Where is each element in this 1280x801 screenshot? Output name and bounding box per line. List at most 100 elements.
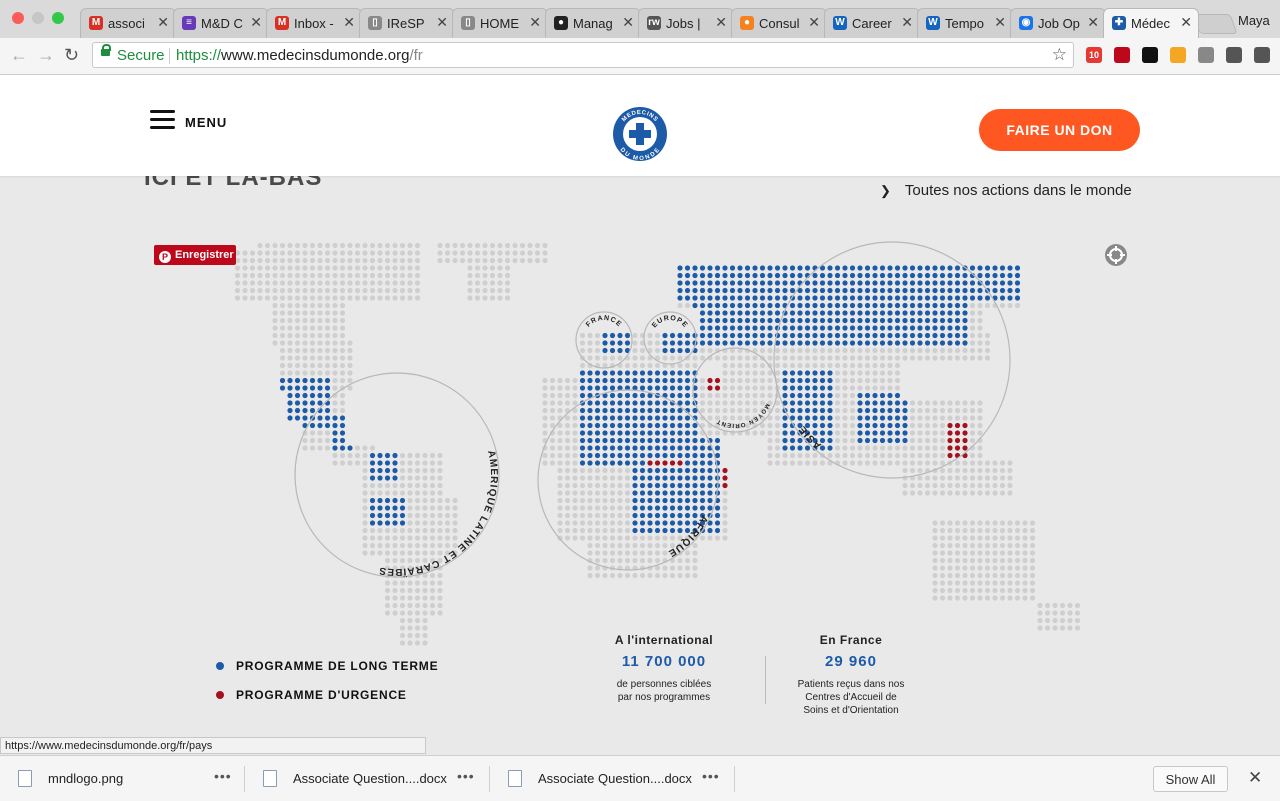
map-dot-inactive bbox=[414, 250, 421, 256]
map-dot-long-term bbox=[662, 482, 668, 489]
close-window-button[interactable] bbox=[12, 12, 24, 24]
map-dot-long-term bbox=[782, 385, 788, 391]
close-tab-icon[interactable]: ✕ bbox=[1087, 14, 1099, 31]
adblock-icon[interactable]: 10 bbox=[1086, 47, 1102, 63]
browser-tab[interactable]: ▯ IReSP ✕ bbox=[359, 8, 455, 38]
donate-button[interactable]: FAIRE UN DON bbox=[979, 109, 1140, 151]
hamburger-menu-icon[interactable] bbox=[150, 110, 175, 130]
close-tab-icon[interactable]: ✕ bbox=[436, 14, 448, 31]
browser-tab[interactable]: ✚ Médec ✕ bbox=[1103, 8, 1199, 38]
close-tab-icon[interactable]: ✕ bbox=[157, 14, 169, 31]
browser-tab[interactable]: W Tempo ✕ bbox=[917, 8, 1013, 38]
map-dot-inactive bbox=[294, 242, 301, 249]
map-dot-inactive bbox=[1007, 535, 1013, 541]
url-text[interactable]: https://www.medecinsdumonde.org/fr bbox=[176, 47, 423, 64]
new-tab-button[interactable] bbox=[1192, 14, 1238, 34]
more-options-icon[interactable]: ••• bbox=[214, 768, 232, 784]
close-tab-icon[interactable]: ✕ bbox=[808, 14, 820, 31]
map-dot-inactive bbox=[969, 407, 976, 414]
map-dot-long-term bbox=[977, 287, 983, 294]
bookmark-star-icon[interactable]: ☆ bbox=[1052, 45, 1067, 65]
map-dot-inactive bbox=[662, 565, 668, 571]
map-dot-inactive bbox=[684, 302, 691, 309]
map-dot-inactive bbox=[969, 565, 976, 571]
download-filename: Associate Question....docx bbox=[538, 771, 692, 786]
gmail-icon: M bbox=[89, 16, 103, 30]
profile-name[interactable]: Maya bbox=[1238, 13, 1270, 28]
back-arrow-icon[interactable]: ← bbox=[10, 45, 28, 66]
map-dot-long-term bbox=[669, 512, 676, 519]
map-dot-long-term bbox=[294, 415, 301, 421]
map-dot-long-term bbox=[692, 445, 698, 451]
browser-tab[interactable]: ● Manag ✕ bbox=[545, 8, 641, 38]
map-dot-long-term bbox=[849, 302, 856, 309]
region-circle[interactable] bbox=[692, 347, 778, 433]
browser-tab[interactable]: rw Jobs | ✕ bbox=[638, 8, 734, 38]
map-dot-inactive bbox=[437, 475, 443, 481]
address-bar[interactable]: Secure https://www.medecinsdumonde.org/f… bbox=[92, 42, 1074, 68]
map-dot-inactive bbox=[782, 347, 788, 354]
browser-tab[interactable]: M Inbox - ✕ bbox=[266, 8, 362, 38]
minimize-window-button[interactable] bbox=[32, 12, 44, 24]
download-item[interactable]: Associate Question....docx ••• bbox=[263, 756, 488, 801]
more-options-icon[interactable]: ••• bbox=[457, 768, 475, 784]
maximize-window-button[interactable] bbox=[52, 12, 64, 24]
show-all-downloads-button[interactable]: Show All bbox=[1153, 766, 1228, 792]
pinterest-save-button[interactable]: P Enregistrer bbox=[154, 245, 236, 265]
map-dot-long-term bbox=[692, 460, 698, 466]
map-dot-inactive bbox=[257, 265, 263, 271]
map-dot-long-term bbox=[684, 287, 691, 294]
p-extension-icon[interactable] bbox=[1142, 47, 1158, 63]
close-tab-icon[interactable]: ✕ bbox=[343, 14, 355, 31]
map-dot-inactive bbox=[669, 535, 676, 541]
forward-arrow-icon[interactable]: → bbox=[37, 45, 55, 66]
map-dot-long-term bbox=[864, 400, 871, 406]
close-tab-icon[interactable]: ✕ bbox=[994, 14, 1006, 31]
browser-tab[interactable]: ▯ HOME ✕ bbox=[452, 8, 548, 38]
map-dot-inactive bbox=[294, 355, 301, 361]
map-dot-inactive bbox=[1029, 535, 1036, 541]
kebab-menu-icon[interactable] bbox=[1254, 47, 1270, 63]
fullscreen-icon[interactable] bbox=[1104, 243, 1128, 267]
menu-label[interactable]: MENU bbox=[185, 115, 227, 130]
map-dot-long-term bbox=[804, 340, 811, 346]
map-dot-inactive bbox=[347, 250, 353, 256]
map-dot-inactive bbox=[984, 542, 991, 549]
map-dot-inactive bbox=[962, 355, 968, 361]
map-dot-inactive bbox=[992, 565, 998, 571]
browser-tab[interactable]: ◉ Job Op ✕ bbox=[1010, 8, 1106, 38]
browser-tab[interactable]: ≡ M&D C ✕ bbox=[173, 8, 269, 38]
download-item[interactable]: Associate Question....docx ••• bbox=[508, 756, 733, 801]
reload-icon[interactable]: ↻ bbox=[64, 45, 79, 66]
map-dot-inactive bbox=[1014, 520, 1021, 526]
tab-title: Inbox - bbox=[294, 16, 334, 31]
close-icon[interactable]: ✕ bbox=[1248, 768, 1262, 788]
medecins-du-monde-logo[interactable]: MEDECINS DU MONDE bbox=[612, 106, 668, 162]
close-tab-icon[interactable]: ✕ bbox=[529, 14, 541, 31]
map-dot-long-term bbox=[639, 407, 646, 414]
map-dot-inactive bbox=[302, 272, 308, 279]
pinterest-icon[interactable] bbox=[1114, 47, 1130, 63]
honey-icon[interactable] bbox=[1170, 47, 1186, 63]
map-dot-long-term bbox=[857, 392, 863, 399]
map-dot-long-term bbox=[384, 520, 391, 526]
cast-icon[interactable] bbox=[1226, 47, 1242, 63]
map-dot-inactive bbox=[939, 415, 946, 421]
extension-icon[interactable] bbox=[1198, 47, 1214, 63]
close-tab-icon[interactable]: ✕ bbox=[715, 14, 727, 31]
close-tab-icon[interactable]: ✕ bbox=[622, 14, 634, 31]
browser-tab[interactable]: W Career ✕ bbox=[824, 8, 920, 38]
map-dot-inactive bbox=[294, 287, 301, 294]
browser-tab[interactable]: ● Consul ✕ bbox=[731, 8, 827, 38]
map-dot-inactive bbox=[542, 407, 548, 414]
map-dot-long-term bbox=[767, 272, 773, 279]
browser-tab[interactable]: Massoci ✕ bbox=[80, 8, 176, 38]
close-tab-icon[interactable]: ✕ bbox=[901, 14, 913, 31]
more-options-icon[interactable]: ••• bbox=[702, 768, 720, 784]
map-dot-inactive bbox=[917, 430, 923, 436]
download-item[interactable]: mndlogo.png ••• bbox=[18, 756, 243, 801]
map-dot-inactive bbox=[939, 595, 946, 601]
close-tab-icon[interactable]: ✕ bbox=[1180, 14, 1192, 31]
map-dot-long-term bbox=[722, 302, 728, 309]
close-tab-icon[interactable]: ✕ bbox=[250, 14, 262, 31]
